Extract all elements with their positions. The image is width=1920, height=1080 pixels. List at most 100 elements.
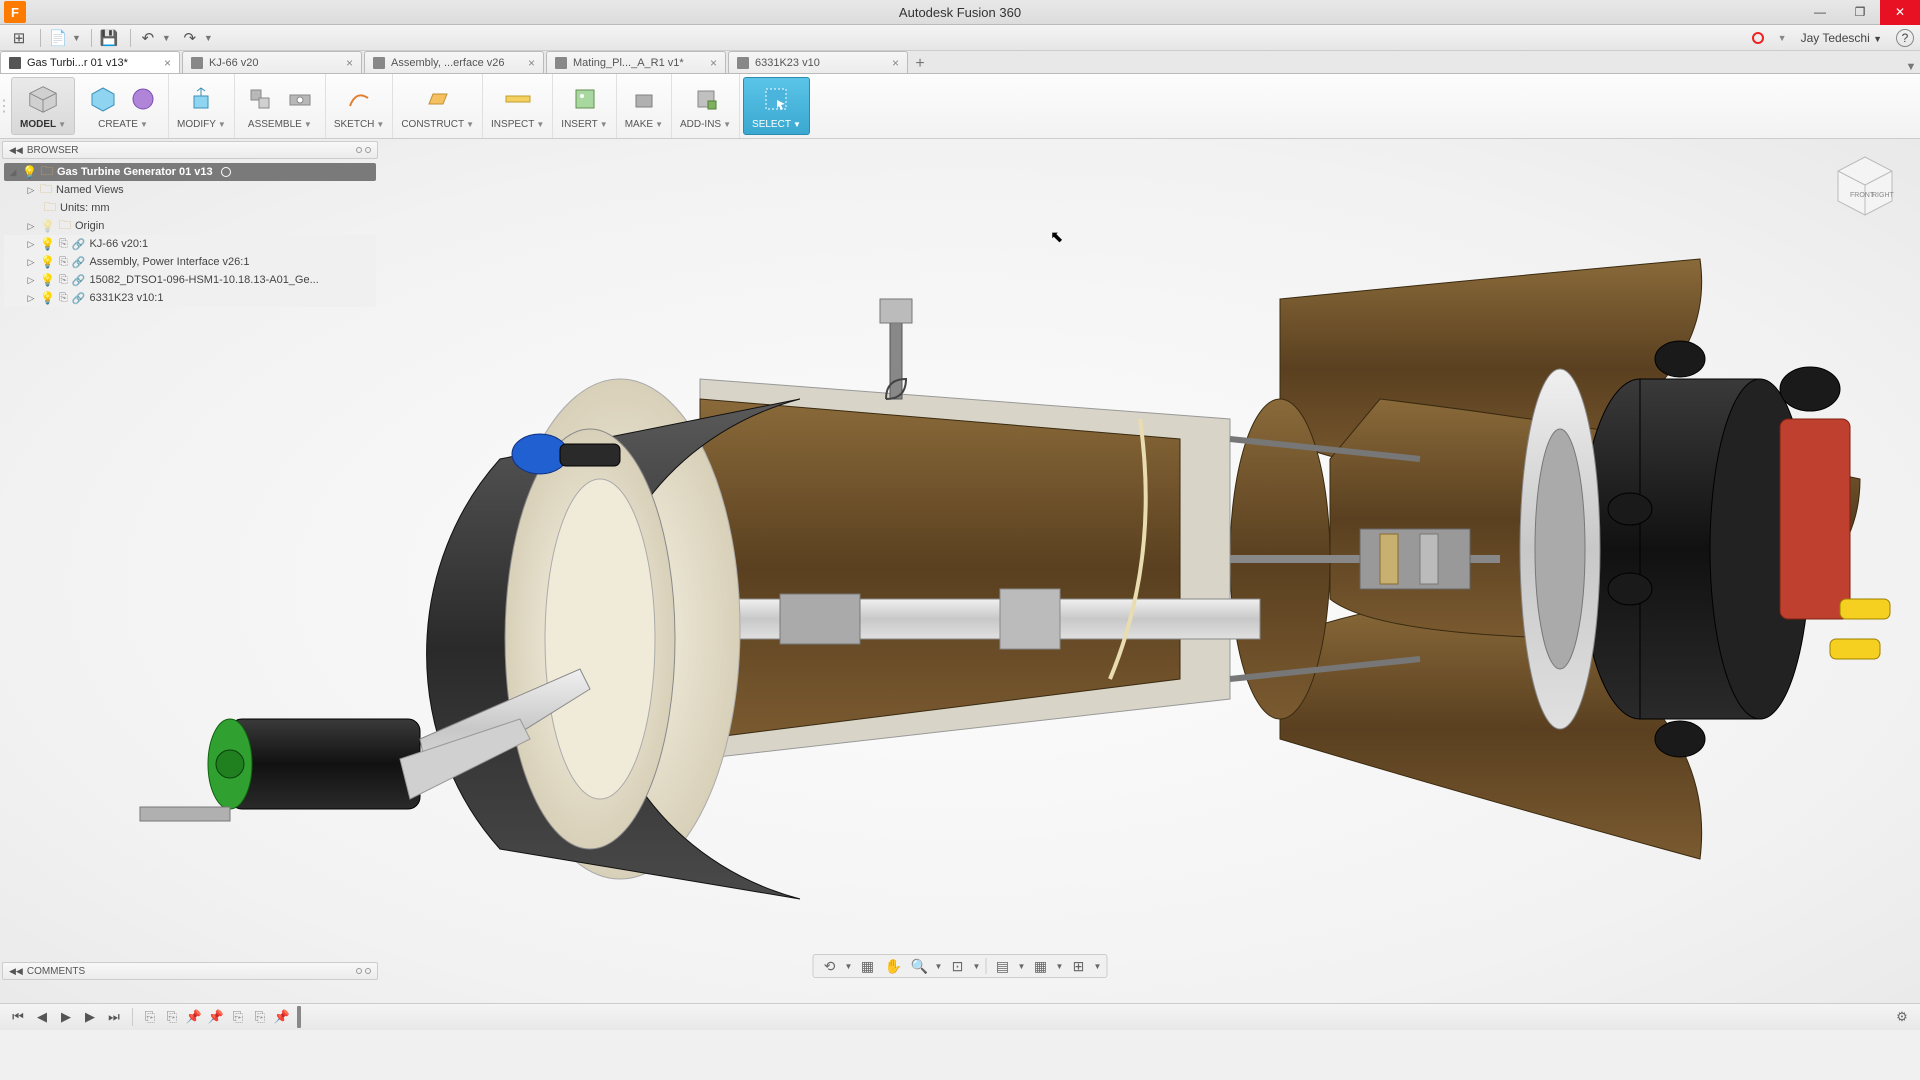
tree-root[interactable]: ◢ 💡 🗀 Gas Turbine Generator 01 v13: [4, 163, 376, 181]
help-button[interactable]: ?: [1896, 29, 1914, 47]
timeline-feature[interactable]: ⎘: [163, 1008, 181, 1026]
panel-option-icon[interactable]: [356, 147, 362, 153]
save-button[interactable]: 💾: [96, 27, 122, 49]
orbit-dropdown-icon[interactable]: ▼: [844, 956, 854, 976]
visibility-icon[interactable]: 💡: [40, 291, 55, 305]
browser-collapse-icon[interactable]: ◀◀: [9, 145, 23, 156]
timeline-start-button[interactable]: ⏮: [8, 1007, 28, 1027]
select-panel[interactable]: SELECT▼: [743, 77, 810, 135]
tree-item-named-views[interactable]: ▷ 🗀 Named Views: [4, 181, 376, 199]
scripts-icon[interactable]: [689, 82, 723, 116]
maximize-button[interactable]: ❐: [1840, 0, 1880, 25]
close-icon[interactable]: ×: [710, 56, 717, 70]
box-icon[interactable]: [86, 82, 120, 116]
expand-icon[interactable]: ▷: [26, 293, 36, 304]
expand-icon[interactable]: ▷: [26, 275, 36, 286]
timeline-prev-button[interactable]: ◀: [32, 1007, 52, 1027]
inspect-panel[interactable]: INSPECT▼: [483, 74, 553, 138]
expand-icon[interactable]: ▷: [26, 239, 36, 250]
timeline-play-button[interactable]: ▶: [56, 1007, 76, 1027]
grid-settings-button[interactable]: ▦: [1029, 956, 1053, 976]
panel-option-icon[interactable]: [365, 147, 371, 153]
timeline-feature[interactable]: ⎘: [229, 1008, 247, 1026]
tab-overflow-button[interactable]: ▼: [1902, 61, 1920, 73]
timeline-feature[interactable]: 📌: [185, 1008, 203, 1026]
tree-item-kj66[interactable]: ▷ 💡 ⎘ 🔗 KJ-66 v20:1: [4, 235, 376, 253]
data-panel-button[interactable]: ⊞: [6, 27, 32, 49]
construct-panel[interactable]: CONSTRUCT▼: [393, 74, 483, 138]
tree-item-dtso[interactable]: ▷ 💡 ⎘ 🔗 15082_DTSO1-096-HSM1-10.18.13-A0…: [4, 271, 376, 289]
timeline-settings-button[interactable]: ⚙: [1892, 1007, 1912, 1027]
plane-icon[interactable]: [421, 82, 455, 116]
insert-panel[interactable]: INSERT▼: [553, 74, 616, 138]
fit-button[interactable]: ⊡: [946, 956, 970, 976]
timeline-feature[interactable]: ⎘: [141, 1008, 159, 1026]
rec-dropdown-icon[interactable]: ▼: [1778, 33, 1787, 43]
sketch-panel[interactable]: SKETCH▼: [326, 74, 393, 138]
fit-dropdown-icon[interactable]: ▼: [972, 956, 982, 976]
expand-icon[interactable]: ▷: [26, 221, 36, 232]
display-settings-button[interactable]: ▤: [991, 956, 1015, 976]
create-panel[interactable]: CREATE▼: [78, 74, 169, 138]
activate-icon[interactable]: [221, 167, 231, 177]
panel-option-icon[interactable]: [356, 968, 362, 974]
undo-dropdown-icon[interactable]: ▼: [162, 33, 171, 43]
tab-kj66[interactable]: KJ-66 v20 ×: [182, 51, 362, 73]
minimize-button[interactable]: —: [1800, 0, 1840, 25]
close-icon[interactable]: ×: [164, 56, 171, 70]
close-button[interactable]: ✕: [1880, 0, 1920, 25]
print-icon[interactable]: [627, 82, 661, 116]
expand-icon[interactable]: ◢: [8, 167, 18, 178]
joint-icon[interactable]: [243, 82, 277, 116]
look-at-button[interactable]: ▦: [856, 956, 880, 976]
expand-icon[interactable]: ▷: [26, 185, 36, 196]
comments-panel-header[interactable]: ◀◀ COMMENTS: [2, 962, 378, 980]
addins-panel[interactable]: ADD-INS▼: [672, 74, 740, 138]
timeline-cursor[interactable]: [297, 1006, 301, 1028]
undo-button[interactable]: ↶: [135, 27, 161, 49]
panel-option-icon[interactable]: [365, 968, 371, 974]
tab-gas-turbine[interactable]: Gas Turbi...r 01 v13* ×: [0, 51, 180, 73]
make-panel[interactable]: MAKE▼: [617, 74, 672, 138]
decal-icon[interactable]: [568, 82, 602, 116]
zoom-dropdown-icon[interactable]: ▼: [934, 956, 944, 976]
assemble-panel[interactable]: ASSEMBLE▼: [235, 74, 326, 138]
browser-header[interactable]: ◀◀ BROWSER: [2, 141, 378, 159]
press-pull-icon[interactable]: [184, 82, 218, 116]
timeline-feature[interactable]: 📌: [273, 1008, 291, 1026]
tree-item-assembly-power[interactable]: ▷ 💡 ⎘ 🔗 Assembly, Power Interface v26:1: [4, 253, 376, 271]
orbit-button[interactable]: ⟲: [818, 956, 842, 976]
visibility-off-icon[interactable]: 💡: [40, 219, 55, 233]
visibility-icon[interactable]: 💡: [40, 273, 55, 287]
file-dropdown-icon[interactable]: ▼: [72, 33, 81, 43]
timeline-feature[interactable]: 📌: [207, 1008, 225, 1026]
user-name[interactable]: Jay Tedeschi ▼: [1801, 31, 1882, 45]
display-dropdown-icon[interactable]: ▼: [1017, 956, 1027, 976]
visibility-icon[interactable]: 💡: [40, 255, 55, 269]
workspace-switcher[interactable]: MODEL▼: [11, 77, 75, 135]
visibility-icon[interactable]: 💡: [22, 165, 37, 179]
tree-item-6331k23[interactable]: ▷ 💡 ⎘ 🔗 6331K23 v10:1: [4, 289, 376, 307]
tab-6331k23[interactable]: 6331K23 v10 ×: [728, 51, 908, 73]
tree-item-origin[interactable]: ▷ 💡 🗀 Origin: [4, 217, 376, 235]
redo-dropdown-icon[interactable]: ▼: [204, 33, 213, 43]
select-cursor-icon[interactable]: [759, 82, 793, 116]
tree-item-units[interactable]: 🗀 Units: mm: [4, 199, 376, 217]
expand-icon[interactable]: ▷: [26, 257, 36, 268]
close-icon[interactable]: ×: [528, 56, 535, 70]
comments-collapse-icon[interactable]: ◀◀: [9, 966, 23, 977]
measure-icon[interactable]: [501, 82, 535, 116]
file-menu-button[interactable]: 📄: [45, 27, 71, 49]
redo-button[interactable]: ↷: [177, 27, 203, 49]
timeline-next-button[interactable]: ▶: [80, 1007, 100, 1027]
ribbon-handle[interactable]: ⋮: [0, 74, 8, 138]
as-built-joint-icon[interactable]: [283, 82, 317, 116]
close-icon[interactable]: ×: [346, 56, 353, 70]
close-icon[interactable]: ×: [892, 56, 899, 70]
timeline-end-button[interactable]: ⏭: [104, 1007, 124, 1027]
view-cube[interactable]: FRONT RIGHT: [1830, 151, 1900, 221]
grid-dropdown-icon[interactable]: ▼: [1055, 956, 1065, 976]
visibility-icon[interactable]: 💡: [40, 237, 55, 251]
timeline-feature[interactable]: ⎘: [251, 1008, 269, 1026]
record-icon[interactable]: [1752, 32, 1764, 44]
